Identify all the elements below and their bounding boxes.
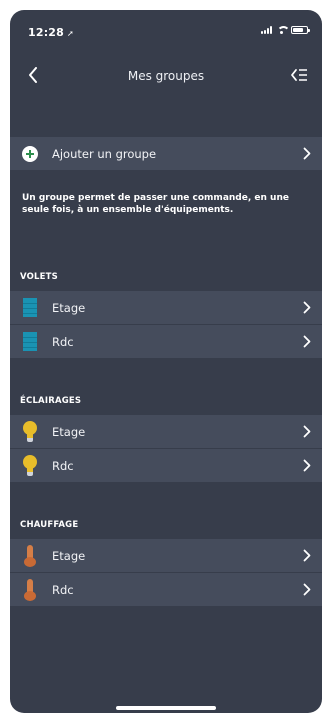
status-icons (261, 26, 310, 34)
thermometer-icon (20, 578, 40, 601)
chevron-right-icon (300, 549, 314, 563)
phone-screen: 12:28 ➚ Mes groupes Ajouter un groupe Un… (10, 10, 322, 713)
shutter-icon (20, 298, 40, 318)
group-row-chauffage-rdc[interactable]: Rdc (10, 573, 322, 606)
status-time-text: 12:28 (28, 26, 65, 39)
section-header-volets: VOLETS (20, 272, 58, 282)
shutter-icon (20, 332, 40, 352)
group-label: Etage (52, 424, 86, 439)
battery-fill (293, 28, 304, 32)
group-label: Etage (52, 300, 86, 315)
group-label: Rdc (52, 458, 74, 473)
chevron-right-icon (300, 583, 314, 597)
battery-icon (291, 26, 310, 34)
chevron-right-icon (300, 459, 314, 473)
page-title: Mes groupes (127, 69, 205, 83)
wifi-icon (276, 26, 290, 34)
reorder-list-icon (291, 69, 307, 81)
chevron-right-icon (300, 425, 314, 439)
plus-circle-icon (20, 144, 40, 164)
group-row-volets-etage[interactable]: Etage (10, 291, 322, 324)
groups-description: Un groupe permet de passer une commande,… (22, 193, 289, 215)
location-arrow-icon: ➚ (67, 29, 74, 38)
group-row-eclairages-etage[interactable]: Etage (10, 415, 322, 448)
chevron-right-icon (300, 147, 314, 161)
navigation-bar: Mes groupes (10, 56, 322, 96)
home-indicator[interactable] (116, 706, 216, 710)
cellular-signal-icon (261, 26, 272, 34)
add-group-label: Ajouter un groupe (52, 146, 157, 161)
reorder-button[interactable] (288, 65, 310, 85)
status-time: 12:28 ➚ (28, 26, 74, 39)
group-row-eclairages-rdc[interactable]: Rdc (10, 449, 322, 482)
light-bulb-icon (20, 420, 40, 442)
add-group-row[interactable]: Ajouter un groupe (10, 137, 322, 170)
section-header-chauffage: CHAUFFAGE (20, 520, 79, 530)
section-header-eclairages: ÉCLAIRAGES (20, 396, 82, 406)
group-label: Rdc (52, 334, 74, 349)
status-bar: 12:28 ➚ (10, 10, 322, 48)
light-bulb-icon (20, 454, 40, 476)
chevron-right-icon (300, 335, 314, 349)
group-row-volets-rdc[interactable]: Rdc (10, 325, 322, 358)
group-label: Rdc (52, 582, 74, 597)
thermometer-icon (20, 544, 40, 567)
group-row-chauffage-etage[interactable]: Etage (10, 539, 322, 572)
chevron-right-icon (300, 301, 314, 315)
group-label: Etage (52, 548, 86, 563)
